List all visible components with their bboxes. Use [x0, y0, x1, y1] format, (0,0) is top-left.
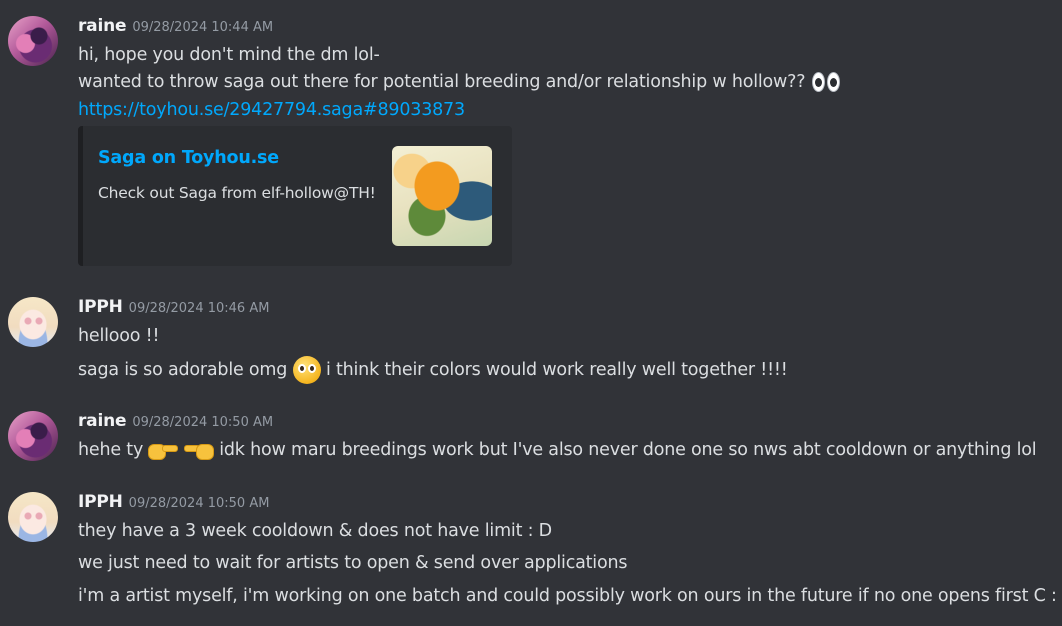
embed-thumbnail[interactable]	[392, 146, 492, 246]
message-text: hehe ty idk how maru breedings work but …	[78, 438, 1037, 462]
avatar[interactable]	[8, 492, 58, 542]
message-text: i'm a artist myself, i'm working on one …	[78, 584, 1057, 608]
link-embed: Saga on Toyhou.se Check out Saga from el…	[78, 126, 512, 266]
message-text-content: i think their colors would work really w…	[325, 360, 788, 380]
message-text-content: saga is so adorable omg	[78, 360, 288, 380]
message-text-content: hi, hope you don't mind the dm lol-	[78, 45, 380, 65]
avatar[interactable]	[8, 297, 58, 347]
message-text: we just need to wait for artists to open…	[78, 551, 627, 575]
message-header: IPPH 09/28/2024 10:50 AM	[78, 492, 269, 514]
toyhouse-link[interactable]: https://toyhou.se/29427794.saga#89033873	[78, 100, 465, 120]
embed-description: Check out Saga from elf-hollow@TH!	[98, 184, 376, 202]
message-text: wanted to throw saga out there for poten…	[78, 70, 841, 94]
message-text-content: hellooo !!	[78, 326, 160, 346]
username[interactable]: raine	[78, 411, 127, 431]
message-header: raine 09/28/2024 10:44 AM	[78, 16, 273, 38]
embed-title[interactable]: Saga on Toyhou.se	[98, 148, 279, 168]
message-text: hellooo !!	[78, 324, 159, 348]
point-right-icon	[148, 438, 179, 462]
timestamp: 09/28/2024 10:44 AM	[132, 20, 274, 35]
message-text: saga is so adorable omg i think their co…	[78, 356, 788, 384]
point-left-icon	[183, 438, 214, 462]
timestamp: 09/28/2024 10:50 AM	[132, 415, 274, 430]
message-link-line: https://toyhou.se/29427794.saga#89033873	[78, 98, 465, 122]
message-text-content: we just need to wait for artists to open…	[78, 553, 628, 573]
message-text-content: idk how maru breedings work but I've als…	[219, 440, 1037, 460]
message-text: they have a 3 week cooldown & does not h…	[78, 519, 552, 543]
username[interactable]: IPPH	[78, 297, 123, 317]
pleading-face-icon	[292, 356, 321, 384]
message-text: hi, hope you don't mind the dm lol-	[78, 43, 380, 67]
message-text-content: wanted to throw saga out there for poten…	[78, 72, 806, 92]
message-text-content: hehe ty	[78, 440, 144, 460]
timestamp: 09/28/2024 10:46 AM	[128, 301, 270, 316]
eyes-icon	[811, 71, 841, 93]
message-header: IPPH 09/28/2024 10:46 AM	[78, 297, 269, 319]
avatar[interactable]	[8, 411, 58, 461]
username[interactable]: IPPH	[78, 492, 123, 512]
message-text-content: i'm a artist myself, i'm working on one …	[78, 586, 1057, 606]
username[interactable]: raine	[78, 16, 127, 36]
avatar[interactable]	[8, 16, 58, 66]
timestamp: 09/28/2024 10:50 AM	[128, 496, 270, 511]
message-text-content: they have a 3 week cooldown & does not h…	[78, 521, 552, 541]
message-header: raine 09/28/2024 10:50 AM	[78, 411, 273, 433]
